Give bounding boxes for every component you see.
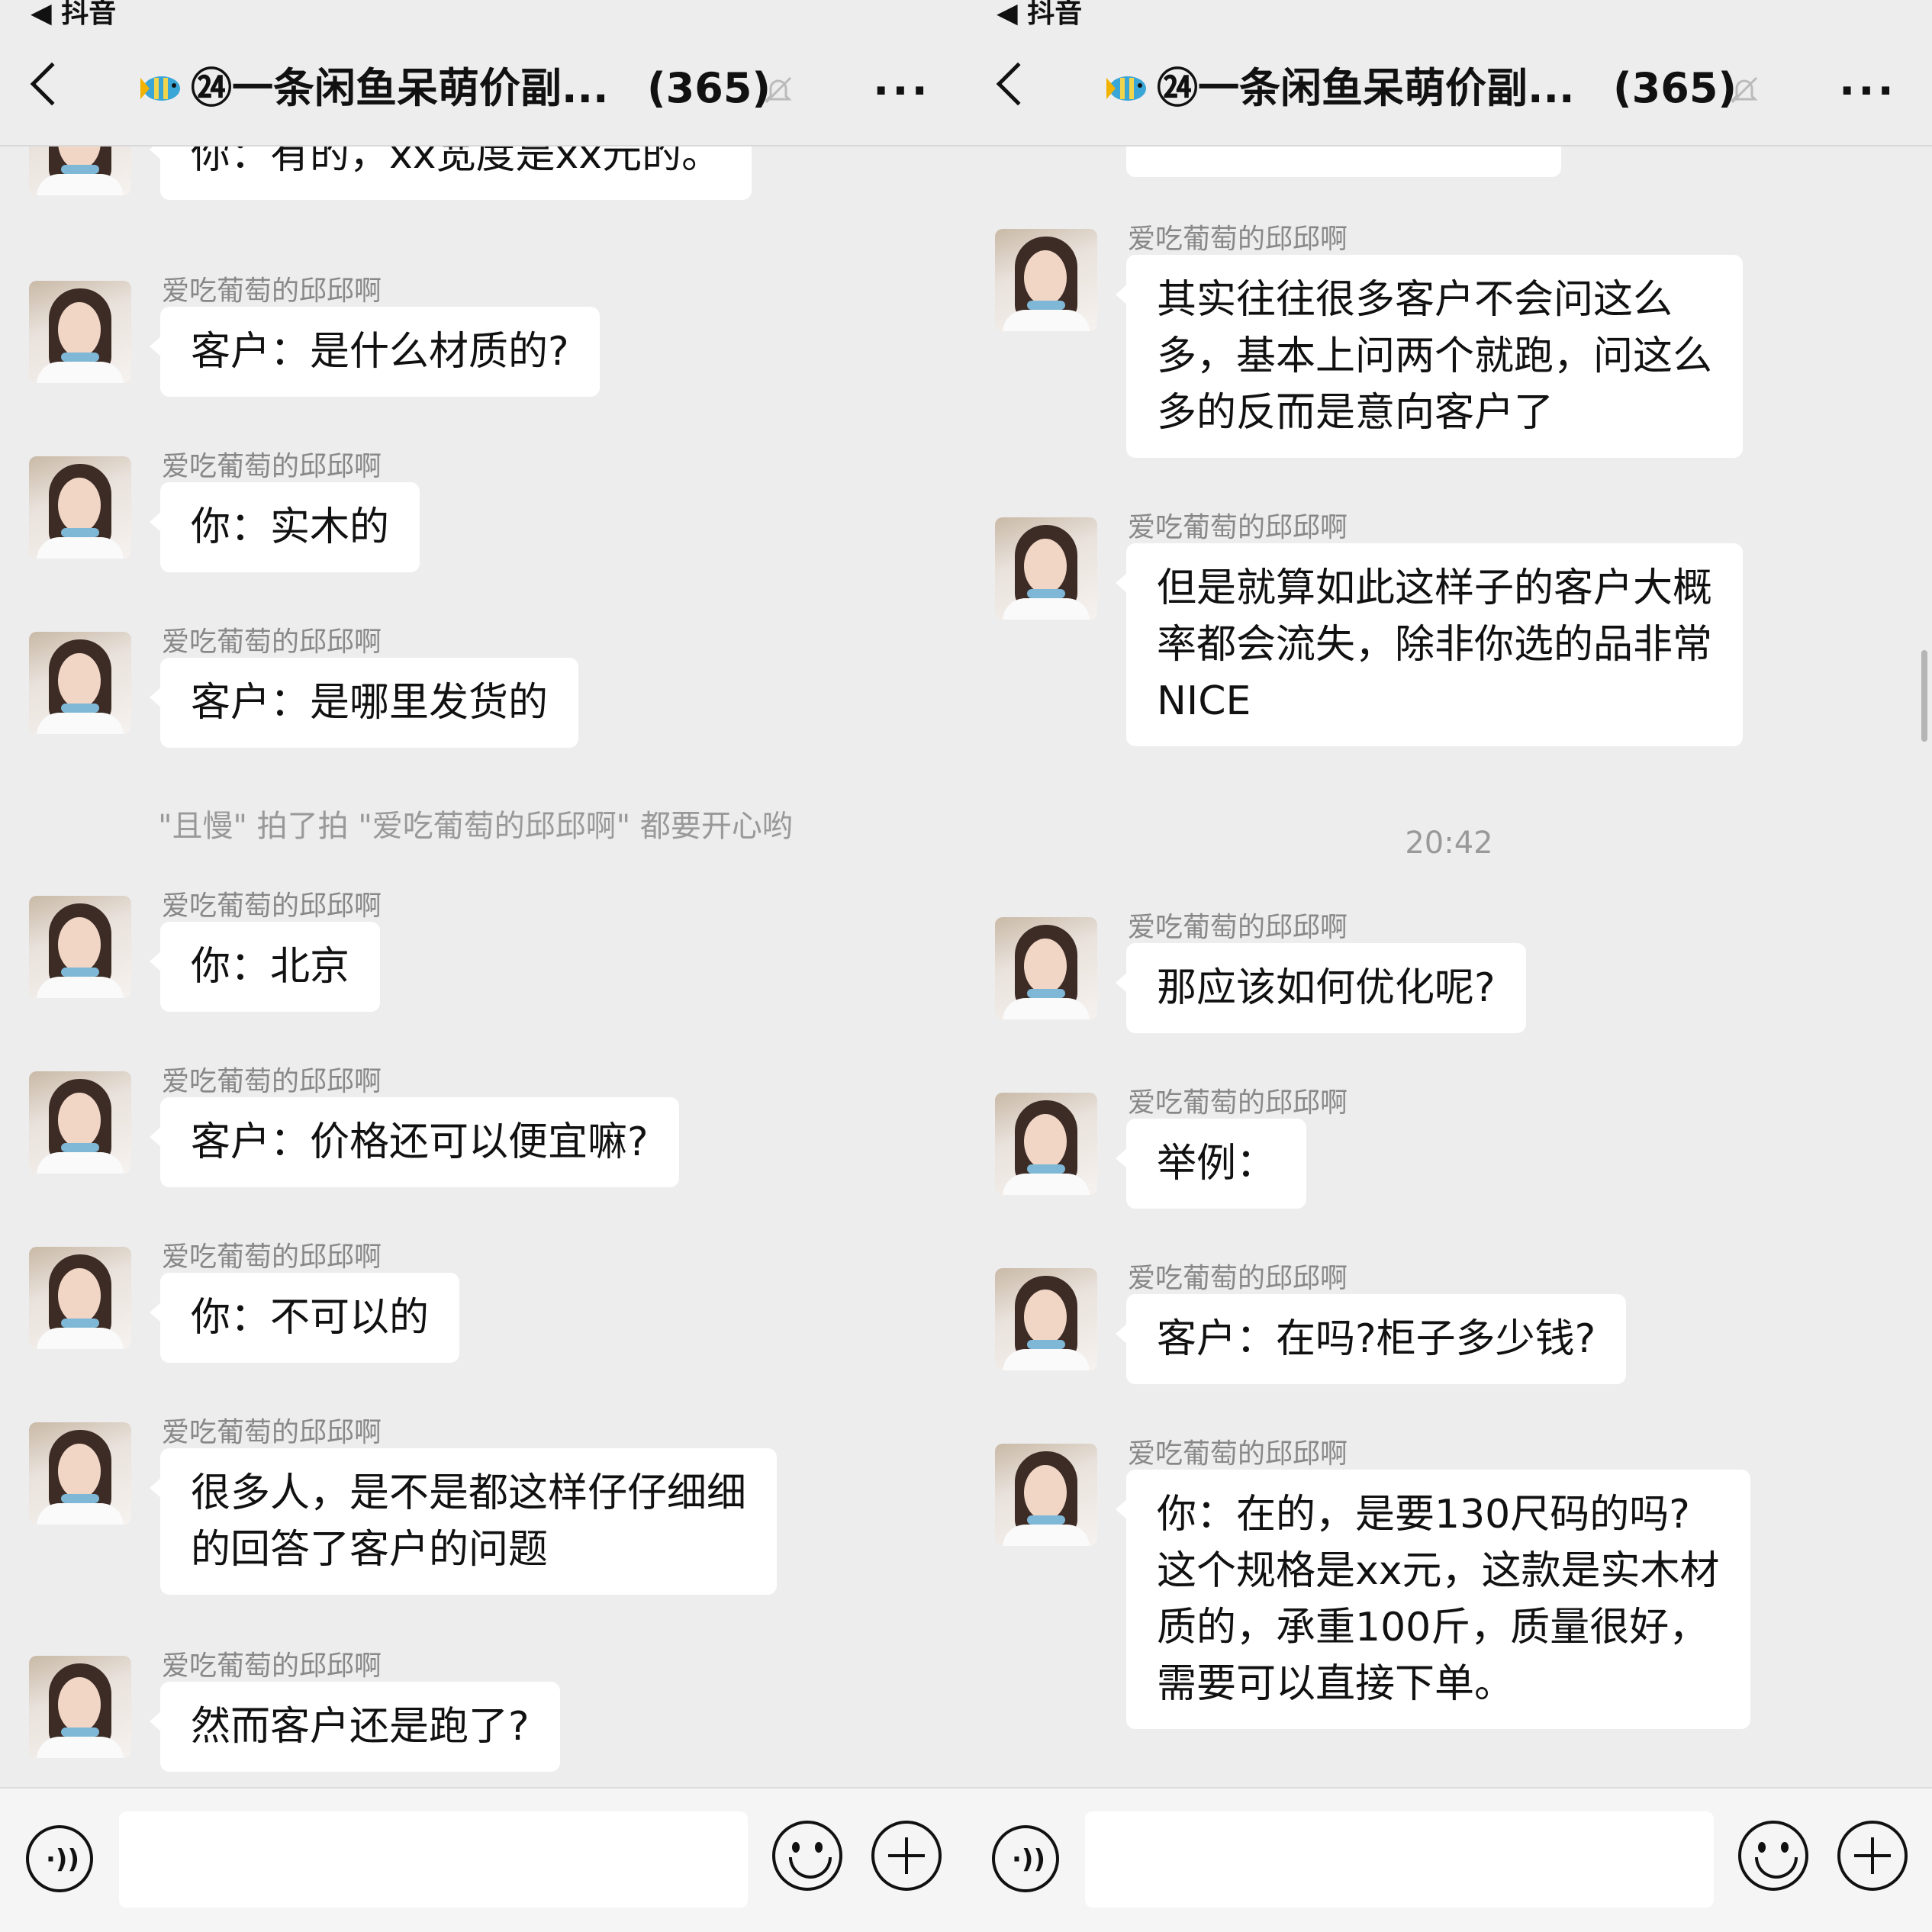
- message-bubble[interactable]: 客户：是哪里发货的: [149, 658, 579, 748]
- more-options-icon[interactable]: ···: [1839, 70, 1897, 113]
- plus-icon[interactable]: [871, 1821, 942, 1891]
- message-input[interactable]: [119, 1811, 748, 1908]
- timestamp: 20:42: [1405, 826, 1493, 861]
- avatar[interactable]: [995, 1093, 1097, 1195]
- message-bubble[interactable]: 其实往往很多客户不会问这么 多，基本上问两个就跑，问这么 多的反而是意向客户了: [1115, 255, 1744, 458]
- sender-name: 爱吃葡萄的邱邱啊: [162, 626, 382, 658]
- message-bubble[interactable]: 你：不可以的: [149, 1273, 460, 1363]
- avatar[interactable]: [995, 917, 1097, 1019]
- sender-name: 爱吃葡萄的邱邱啊: [1128, 912, 1348, 943]
- voice-icon[interactable]: ·)): [26, 1825, 93, 1892]
- avatar[interactable]: [29, 281, 131, 383]
- message-bubble[interactable]: 那应该如何优化呢?: [1116, 943, 1526, 1033]
- chat-panel-left: ◀ 抖音 ㉔一条闲鱼呆萌价副... (365) ··· 你：有的，xx宽度是xx…: [0, 0, 966, 1932]
- message-bubble[interactable]: 客户：在吗?柜子多少钱?: [1115, 1294, 1627, 1384]
- back-to-app-indicator[interactable]: ◀ 抖音: [31, 0, 116, 31]
- message-input[interactable]: [1085, 1811, 1714, 1908]
- more-options-icon[interactable]: ···: [873, 70, 931, 113]
- chat-header: ㉔一条闲鱼呆萌价副... (365) ···: [0, 31, 966, 147]
- avatar[interactable]: [995, 517, 1097, 620]
- voice-icon[interactable]: ·)): [992, 1825, 1059, 1892]
- back-icon[interactable]: [30, 62, 74, 106]
- sender-name: 爱吃葡萄的邱邱啊: [162, 1650, 382, 1682]
- mute-bell-icon: [1731, 76, 1758, 104]
- message-list[interactable]: 爱吃葡萄的邱邱啊 其实往往很多客户不会问这么 多，基本上问两个就跑，问这么 多的…: [966, 147, 1932, 1787]
- chat-panel-right: ◀ 抖音 ㉔一条闲鱼呆萌价副... (365) ··· 爱吃葡萄的邱邱啊 其实往…: [966, 0, 1932, 1932]
- message-bubble[interactable]: [1126, 147, 1561, 177]
- avatar[interactable]: [29, 896, 131, 998]
- avatar[interactable]: [995, 229, 1097, 331]
- avatar[interactable]: [29, 147, 131, 195]
- message-bubble[interactable]: 你：实木的: [149, 482, 420, 572]
- avatar[interactable]: [29, 1247, 131, 1349]
- sender-name: 爱吃葡萄的邱邱啊: [162, 1066, 382, 1097]
- message-bubble[interactable]: 但是就算如此这样子的客户大概 率都会流失，除非你选的品非常 NICE: [1115, 543, 1744, 746]
- sender-name: 爱吃葡萄的邱邱啊: [162, 1241, 382, 1273]
- input-bar: ·)): [0, 1787, 966, 1932]
- message-bubble[interactable]: 你：有的，xx宽度是xx元的。: [149, 147, 752, 200]
- scrollbar[interactable]: [1921, 650, 1927, 742]
- chat-title[interactable]: ㉔一条闲鱼呆萌价副...: [1157, 64, 1575, 113]
- avatar[interactable]: [995, 1268, 1097, 1370]
- back-to-app-indicator[interactable]: ◀ 抖音: [997, 0, 1082, 31]
- mute-bell-icon: [765, 76, 792, 104]
- avatar[interactable]: [29, 1422, 131, 1525]
- smile-icon[interactable]: [1738, 1821, 1808, 1891]
- sender-name: 爱吃葡萄的邱邱啊: [162, 890, 382, 922]
- sender-name: 爱吃葡萄的邱邱啊: [1128, 224, 1348, 255]
- input-bar: ·)): [966, 1787, 1932, 1932]
- sender-name: 爱吃葡萄的邱邱啊: [1128, 1438, 1348, 1470]
- avatar[interactable]: [29, 1071, 131, 1174]
- avatar[interactable]: [29, 456, 131, 559]
- sender-name: 爱吃葡萄的邱邱啊: [162, 451, 382, 482]
- sender-name: 爱吃葡萄的邱邱啊: [1128, 1087, 1348, 1119]
- chat-title[interactable]: ㉔一条闲鱼呆萌价副...: [191, 64, 609, 113]
- message-bubble[interactable]: 你：在的，是要130尺码的吗? 这个规格是xx元，这款是实木材 质的，承重100…: [1116, 1470, 1750, 1729]
- system-notice: "且慢" 拍了拍 "爱吃葡萄的邱邱啊" 都要开心哟: [158, 809, 793, 844]
- message-list[interactable]: 你：有的，xx宽度是xx元的。 爱吃葡萄的邱邱啊 客户：是什么材质的? 爱吃葡萄…: [0, 147, 966, 1787]
- sender-name: 爱吃葡萄的邱邱啊: [162, 275, 382, 307]
- sender-name: 爱吃葡萄的邱邱啊: [1128, 512, 1348, 543]
- member-count: (365): [1613, 64, 1737, 112]
- message-bubble[interactable]: 客户：是什么材质的?: [150, 307, 600, 397]
- avatar[interactable]: [29, 1656, 131, 1758]
- message-bubble[interactable]: 很多人，是不是都这样仔仔细细 的回答了客户的问题: [149, 1448, 778, 1595]
- chat-header: ㉔一条闲鱼呆萌价副... (365) ···: [966, 31, 1932, 147]
- message-bubble[interactable]: 然而客户还是跑了?: [150, 1682, 560, 1772]
- message-bubble[interactable]: 你：北京: [149, 922, 381, 1012]
- fish-emoji-icon: [1106, 76, 1146, 101]
- back-icon[interactable]: [996, 62, 1040, 106]
- fish-emoji-icon: [140, 76, 180, 101]
- sender-name: 爱吃葡萄的邱邱啊: [1128, 1263, 1348, 1294]
- avatar[interactable]: [29, 632, 131, 734]
- member-count: (365): [647, 64, 771, 112]
- sender-name: 爱吃葡萄的邱邱啊: [162, 1417, 382, 1448]
- smile-icon[interactable]: [772, 1821, 842, 1891]
- plus-icon[interactable]: [1837, 1821, 1908, 1891]
- avatar[interactable]: [995, 1444, 1097, 1546]
- message-bubble[interactable]: 客户：价格还可以便宜嘛?: [150, 1097, 679, 1187]
- message-bubble[interactable]: 举例：: [1115, 1119, 1307, 1209]
